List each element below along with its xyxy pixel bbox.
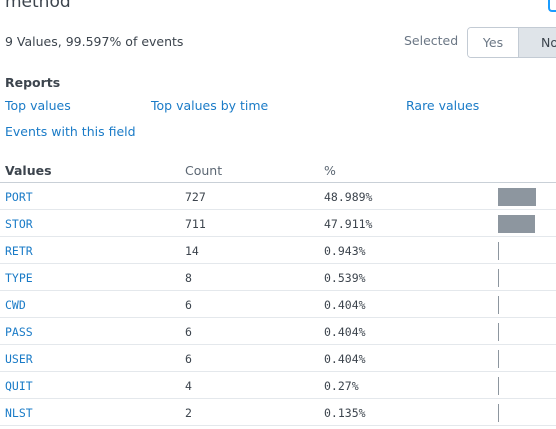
percent-bar	[498, 350, 499, 368]
percent-bar	[498, 215, 536, 233]
percent-bar	[498, 188, 537, 206]
selected-yes-button[interactable]: Yes	[468, 28, 519, 57]
table-row: TYPE 8 0.539%	[0, 264, 556, 291]
events-with-field-link[interactable]: Events with this field	[5, 124, 136, 139]
percent-bar-track	[498, 404, 556, 422]
field-title: method	[5, 0, 71, 12]
count-cell: 6	[185, 325, 192, 339]
percent-cell: 0.539%	[324, 271, 366, 285]
table-row: PORT 727 48.989%	[0, 183, 556, 210]
value-link[interactable]: QUIT	[5, 379, 33, 393]
count-cell: 6	[185, 298, 192, 312]
percent-cell: 47.911%	[324, 217, 373, 231]
value-link[interactable]: PORT	[5, 190, 33, 204]
count-column-header: Count	[185, 163, 223, 178]
value-link[interactable]: TYPE	[5, 271, 33, 285]
percent-cell: 0.404%	[324, 352, 366, 366]
percent-bar	[498, 377, 499, 395]
count-cell: 8	[185, 271, 192, 285]
percent-bar-track	[498, 242, 556, 260]
value-link[interactable]: STOR	[5, 217, 33, 231]
top-values-by-time-link[interactable]: Top values by time	[151, 98, 268, 113]
table-row: CWD 6 0.404%	[0, 291, 556, 318]
selected-no-button[interactable]: No	[519, 28, 556, 57]
count-cell: 727	[185, 190, 206, 204]
percent-bar-track	[498, 350, 556, 368]
percent-cell: 48.989%	[324, 190, 373, 204]
percent-cell: 0.404%	[324, 325, 366, 339]
table-row: USER 6 0.404%	[0, 345, 556, 372]
value-link[interactable]: RETR	[5, 244, 33, 258]
top-values-link[interactable]: Top values	[5, 98, 71, 113]
value-link[interactable]: PASS	[5, 325, 33, 339]
selected-toggle: Yes No	[467, 27, 556, 58]
count-cell: 14	[185, 244, 199, 258]
percent-bar-track	[498, 323, 556, 341]
percent-bar-track	[498, 269, 556, 287]
count-cell: 4	[185, 379, 192, 393]
percent-bar-track	[498, 215, 556, 233]
field-summary: 9 Values, 99.597% of events	[5, 34, 184, 49]
count-cell: 711	[185, 217, 206, 231]
table-row: PASS 6 0.404%	[0, 318, 556, 345]
percent-cell: 0.404%	[324, 298, 366, 312]
percent-bar	[498, 269, 499, 287]
percent-bar-track	[498, 296, 556, 314]
percent-column-header: %	[324, 163, 336, 178]
percent-bar-track	[498, 188, 556, 206]
table-row: STOR 711 47.911%	[0, 210, 556, 237]
table-row: QUIT 4 0.27%	[0, 372, 556, 399]
percent-bar-track	[498, 377, 556, 395]
percent-bar	[498, 242, 499, 260]
selected-label: Selected	[404, 33, 459, 48]
count-cell: 2	[185, 406, 192, 420]
table-row: RETR 14 0.943%	[0, 237, 556, 264]
percent-bar	[498, 404, 499, 422]
percent-cell: 0.135%	[324, 406, 366, 420]
count-cell: 6	[185, 352, 192, 366]
percent-cell: 0.943%	[324, 244, 366, 258]
close-icon[interactable]	[548, 0, 556, 12]
values-column-header: Values	[5, 163, 52, 178]
value-link[interactable]: NLST	[5, 406, 33, 420]
reports-heading: Reports	[5, 75, 61, 90]
table-row: NLST 2 0.135%	[0, 399, 556, 426]
rare-values-link[interactable]: Rare values	[406, 98, 479, 113]
value-link[interactable]: USER	[5, 352, 33, 366]
percent-bar	[498, 323, 499, 341]
percent-cell: 0.27%	[324, 379, 359, 393]
percent-bar	[498, 296, 499, 314]
value-link[interactable]: CWD	[5, 298, 26, 312]
